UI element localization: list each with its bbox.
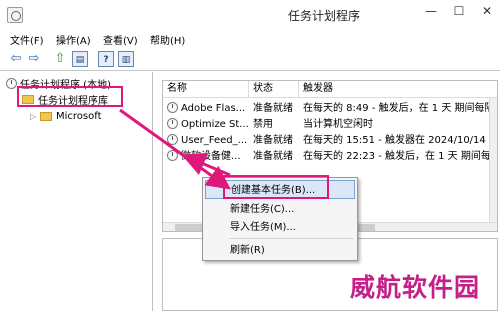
create-basic-task-highlight-box xyxy=(223,175,329,199)
table-row[interactable]: Optimize St... 禁用 当计算机空闲时 xyxy=(163,117,497,132)
table-row[interactable]: 微软设备健... 准备就绪 在每天的 22:23 - 触发后，在 1 天 期间每 xyxy=(163,149,497,164)
forward-arrow-icon[interactable]: ⇨ xyxy=(26,51,42,67)
table-row[interactable]: User_Feed_... 准备就绪 在每天的 15:51 - 触发器在 202… xyxy=(163,133,497,148)
back-arrow-icon[interactable]: ⇦ xyxy=(8,51,24,67)
title-bar: 任务计划程序 — ☐ ✕ xyxy=(0,0,500,30)
window-title: 任务计划程序 xyxy=(288,9,361,23)
task-clock-icon xyxy=(167,134,178,145)
task-name-cell: User_Feed_... xyxy=(163,133,249,148)
task-name: 微软设备健... xyxy=(181,151,241,162)
tree-item-label: Microsoft xyxy=(56,110,102,122)
folder-icon xyxy=(40,111,52,121)
help-icon[interactable]: ? xyxy=(98,51,114,67)
watermark: 威航软件园 xyxy=(350,273,481,302)
menu-view[interactable]: 查看(V) xyxy=(103,32,138,47)
show-hide-tree-icon[interactable]: ▤ xyxy=(72,51,88,67)
task-trigger: 当计算机空闲时 xyxy=(303,119,373,130)
menu-item-refresh[interactable]: 刷新(R) xyxy=(205,241,355,260)
vertical-scrollbar[interactable] xyxy=(489,98,497,222)
task-status: 准备就绪 xyxy=(253,103,293,114)
task-name-cell: Adobe Flas... xyxy=(163,101,249,116)
task-status: 准备就绪 xyxy=(253,135,293,146)
menu-item-import-task[interactable]: 导入任务(M)... xyxy=(205,218,355,237)
task-trigger: 在每天的 22:23 - 触发后，在 1 天 期间每 xyxy=(303,151,491,162)
menu-action[interactable]: 操作(A) xyxy=(56,32,91,47)
task-clock-icon xyxy=(167,150,178,161)
task-trigger: 在每天的 8:49 - 触发后，在 1 天 期间每隔 xyxy=(303,103,491,114)
toolbar: ⇦ ⇨ ⇧ ▤ ? ▥ xyxy=(0,47,500,71)
tree-item-microsoft[interactable]: ▷ Microsoft xyxy=(30,109,102,123)
minimize-button[interactable]: — xyxy=(418,0,444,22)
column-header-trigger[interactable]: 触发器 xyxy=(299,81,489,97)
task-status: 准备就绪 xyxy=(253,151,293,162)
close-button[interactable]: ✕ xyxy=(474,0,500,22)
menu-bar: 文件(F) 操作(A) 查看(V) 帮助(H) xyxy=(0,30,500,47)
expand-arrow-icon[interactable]: ▷ xyxy=(30,112,38,121)
up-folder-icon[interactable]: ⇧ xyxy=(52,51,68,67)
clock-icon xyxy=(6,77,17,89)
task-clock-icon xyxy=(167,118,178,129)
task-status: 禁用 xyxy=(253,119,273,130)
column-header-status[interactable]: 状态 xyxy=(249,81,299,97)
menu-item-create-task[interactable]: 新建任务(C)... xyxy=(205,200,355,219)
menu-help[interactable]: 帮助(H) xyxy=(150,32,185,47)
menu-separator xyxy=(229,238,353,239)
task-name: User_Feed_... xyxy=(181,135,248,146)
show-hide-action-pane-icon[interactable]: ▥ xyxy=(118,51,134,67)
navigation-tree: 任务计划程序 (本地) 任务计划程序库 ▷ Microsoft xyxy=(0,72,153,311)
library-highlight-box xyxy=(17,86,123,107)
task-scheduler-app-icon xyxy=(7,7,23,23)
task-name-cell: 微软设备健... xyxy=(163,149,249,164)
task-name-cell: Optimize St... xyxy=(163,117,249,132)
column-header-name[interactable]: 名称 xyxy=(163,81,249,97)
table-row[interactable]: Adobe Flas... 准备就绪 在每天的 8:49 - 触发后，在 1 天… xyxy=(163,101,497,116)
menu-file[interactable]: 文件(F) xyxy=(10,32,44,47)
task-clock-icon xyxy=(167,102,178,113)
task-list-header: 名称 状态 触发器 xyxy=(163,81,497,98)
task-name: Optimize St... xyxy=(181,119,249,130)
task-name: Adobe Flas... xyxy=(181,103,246,114)
task-trigger: 在每天的 15:51 - 触发器在 2024/10/14 15 xyxy=(303,135,491,146)
maximize-button[interactable]: ☐ xyxy=(446,0,472,22)
